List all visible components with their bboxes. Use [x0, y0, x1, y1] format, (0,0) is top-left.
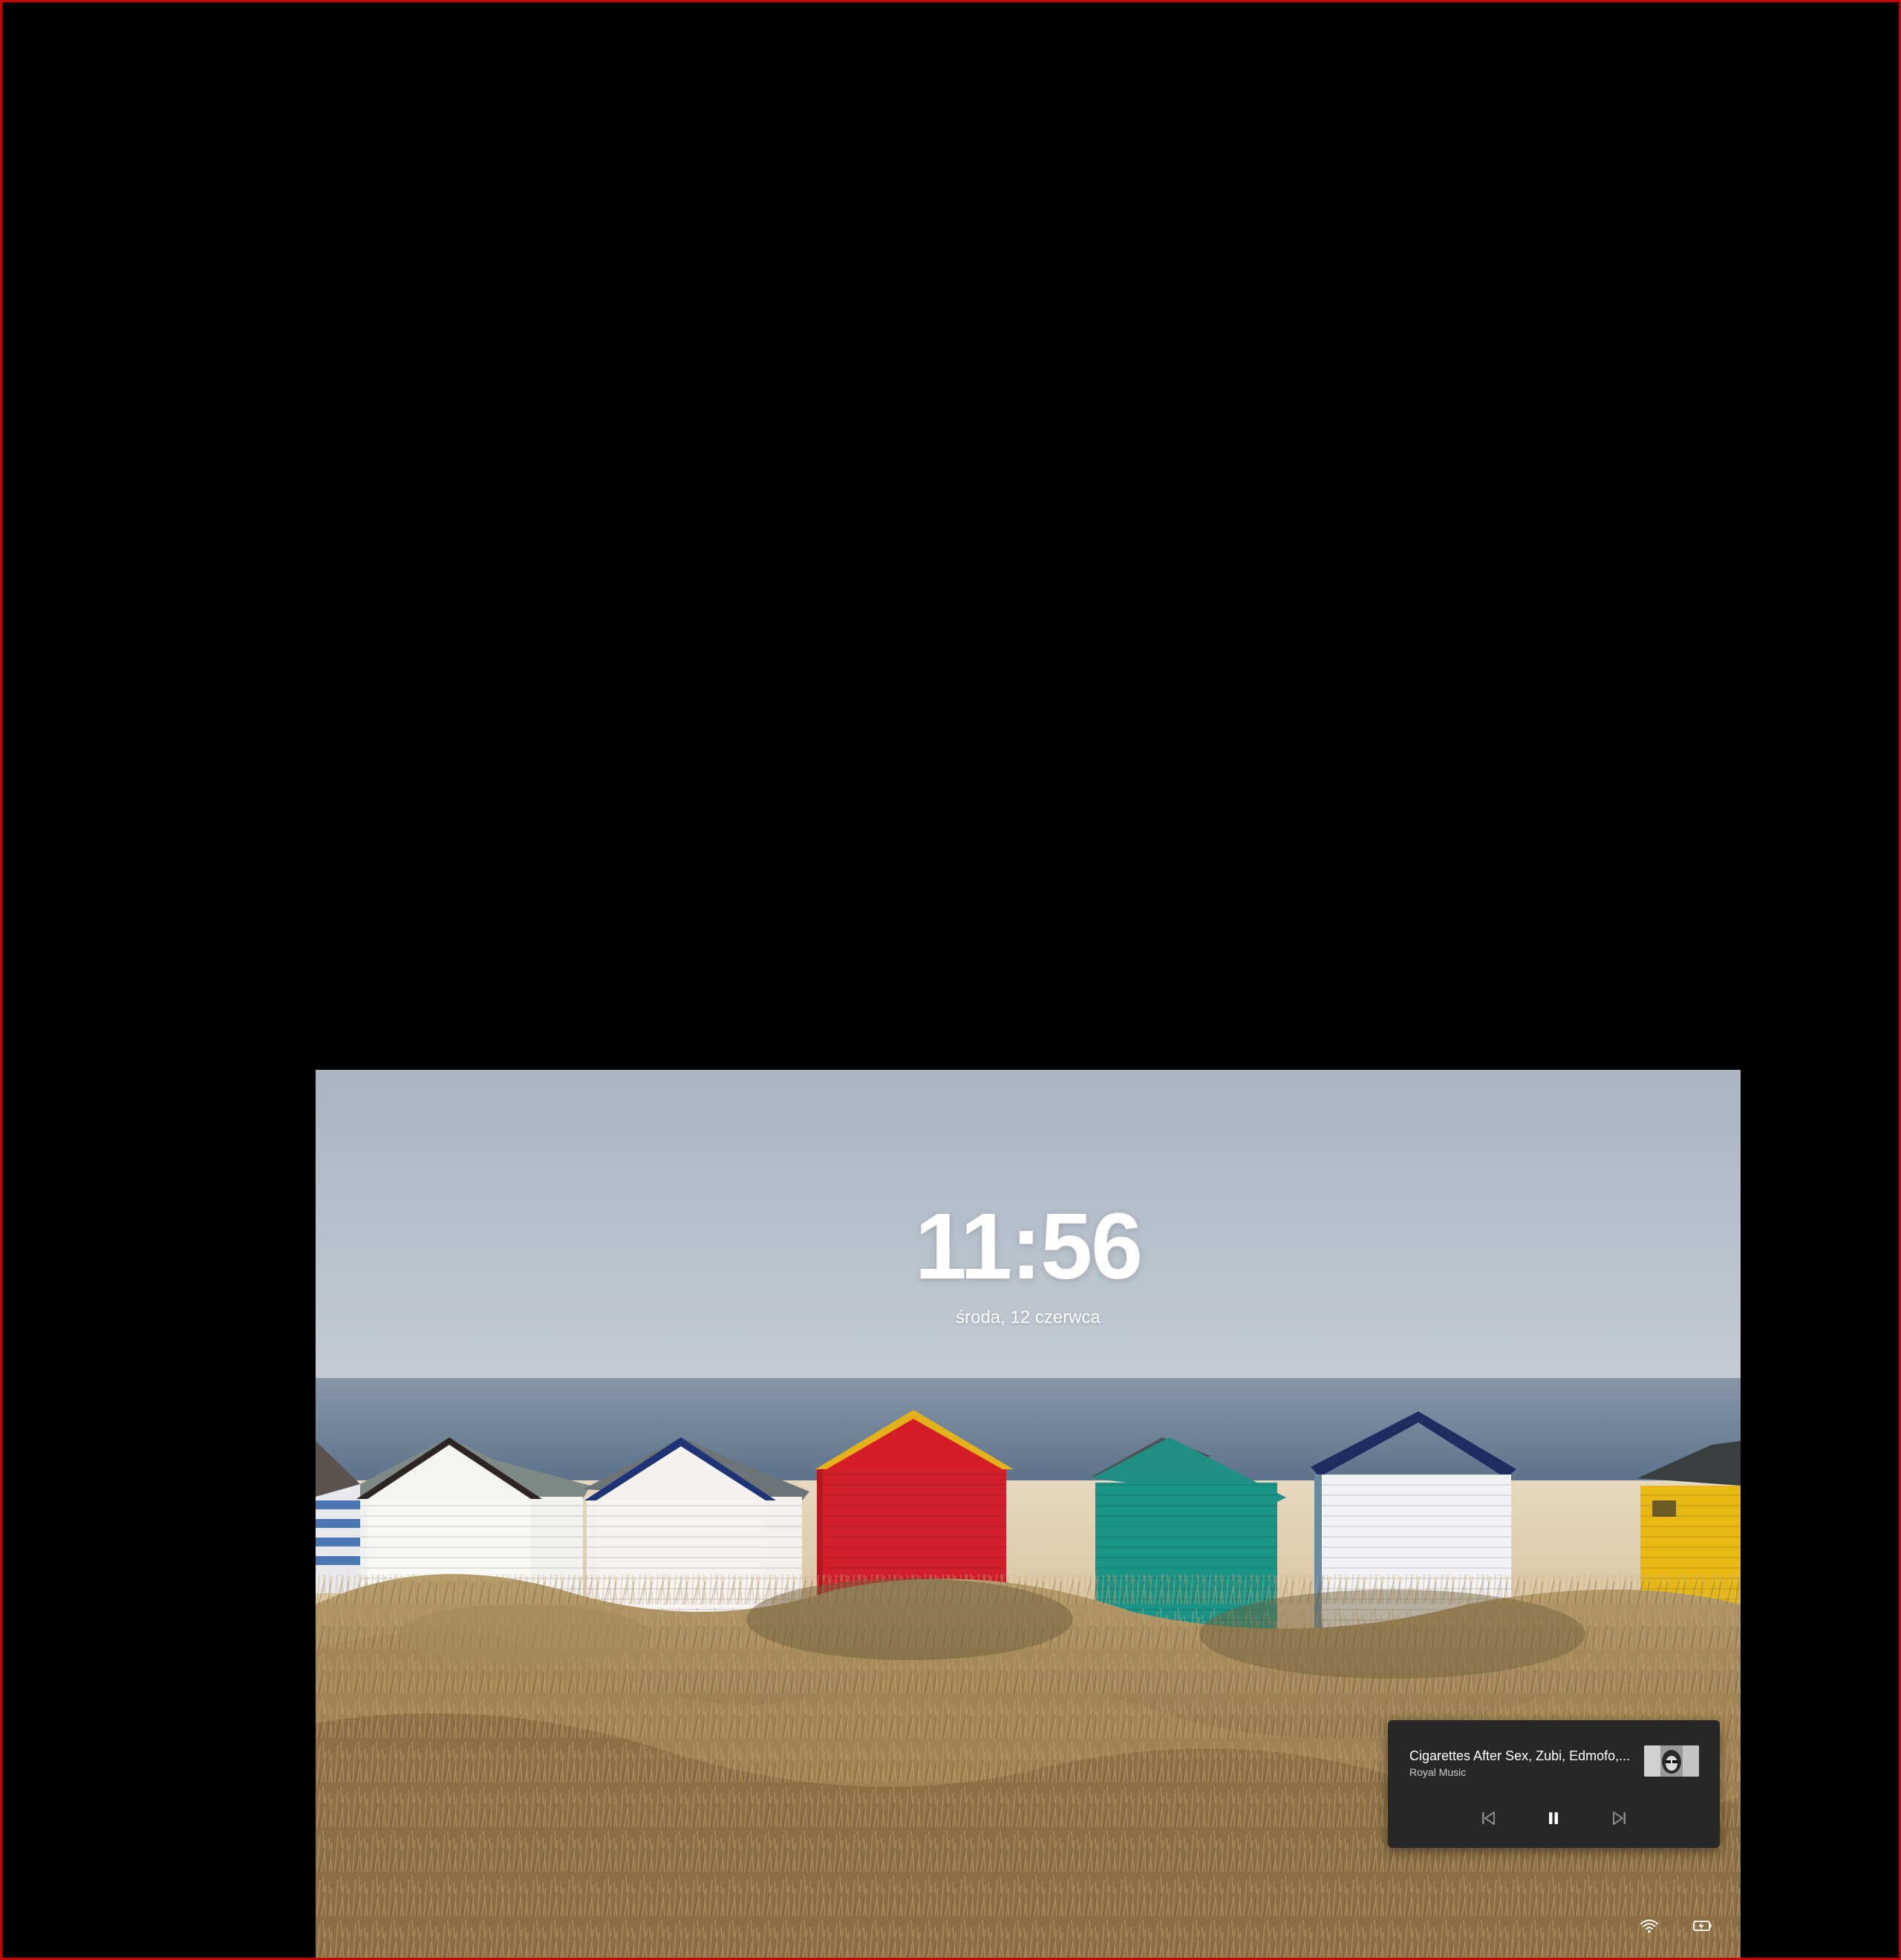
previous-track-icon [1482, 1812, 1495, 1825]
album-art [1644, 1745, 1699, 1777]
lock-screen-time: 11:56 [914, 1194, 1143, 1298]
play-pause-button[interactable] [1537, 1803, 1570, 1833]
next-track-icon [1613, 1812, 1626, 1825]
media-controls-card[interactable]: Cigarettes After Sex, Zubi, Edmofo,... R… [1388, 1720, 1720, 1848]
previous-track-button[interactable] [1472, 1803, 1504, 1833]
pause-icon [1549, 1812, 1558, 1824]
battery-charging-icon [1693, 1921, 1712, 1931]
next-track-button[interactable] [1603, 1803, 1636, 1833]
lock-screen: 11:56 środa, 12 czerwca Cigarettes After… [316, 1070, 1741, 1960]
media-title: Cigarettes After Sex, Zubi, Edmofo,... [1409, 1748, 1631, 1763]
lock-screen-date: środa, 12 czerwca [956, 1307, 1101, 1327]
media-controls [1388, 1803, 1720, 1833]
battery-status-button[interactable] [1692, 1915, 1714, 1937]
wifi-icon [1640, 1919, 1658, 1933]
media-subtitle: Royal Music [1409, 1766, 1467, 1778]
wifi-status-button[interactable] [1638, 1915, 1660, 1937]
